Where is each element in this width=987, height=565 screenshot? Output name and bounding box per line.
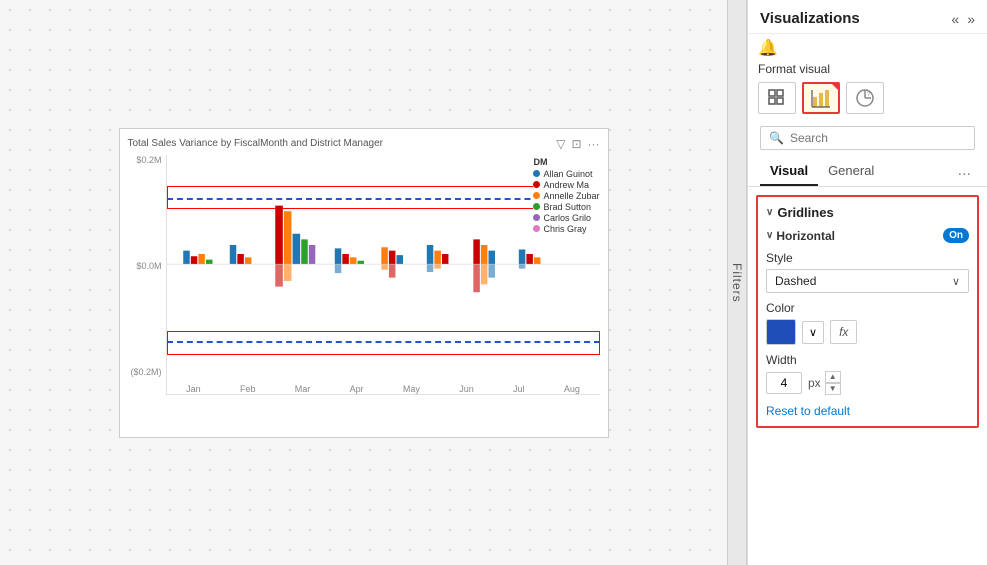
panel-chevron-left-icon[interactable]: « [951,11,959,27]
color-label: Color [766,301,969,315]
chart-xaxis: Jan Feb Mar Apr May Jun Jul Aug [167,382,600,394]
chart-body: $0.2M $0.0M ($0.2M) [128,155,600,395]
grid-icon [767,88,787,108]
chart-container: Total Sales Variance by FiscalMonth and … [119,128,609,438]
toggle-on[interactable]: On [943,228,969,243]
panel-chevron-right-icon[interactable]: » [967,11,975,27]
tab-more[interactable]: ... [954,156,975,186]
chart-area: Total Sales Variance by FiscalMonth and … [0,0,727,565]
filters-label: Filters [730,263,744,303]
search-icon: 🔍 [769,131,784,145]
legend-item-5: Carlos Grilo [533,213,599,223]
xaxis-jul: Jul [513,384,525,394]
tab-general[interactable]: General [818,157,884,186]
xaxis-aug: Aug [564,384,580,394]
legend-title: DM [533,157,599,167]
legend-dot-2 [533,181,540,188]
legend-dot-5 [533,214,540,221]
panel-title: Visualizations [760,10,860,27]
fx-button[interactable]: fx [830,320,857,344]
section-chevron[interactable]: ∨ [766,207,773,218]
width-row: px ▲ ▼ [766,371,969,395]
legend-dot-1 [533,170,540,177]
spin-buttons: ▲ ▼ [825,371,841,395]
legend-item-3: Annelle Zubar [533,191,599,201]
search-input[interactable] [790,131,966,145]
legend-label-6: Chris Gray [543,224,586,234]
yaxis-label-mid: $0.0M [136,261,161,271]
legend-item-4: Brad Sutton [533,202,599,212]
xaxis-mar: Mar [295,384,311,394]
sub-section-title: ∨ Horizontal [766,229,835,243]
gridlines-section: ∨ Gridlines ∨ Horizontal On Style Dashed… [756,195,979,428]
tabs-row: Visual General ... [748,156,987,187]
legend-item-6: Chris Gray [533,224,599,234]
more-icon[interactable]: ··· [588,137,600,151]
panel-header: Visualizations « » [748,0,987,34]
legend-dot-4 [533,203,540,210]
color-swatch[interactable] [766,319,796,345]
panel-header-icons: « » [951,11,975,27]
yaxis-label-bot: ($0.2M) [130,367,161,377]
style-value: Dashed [775,274,816,288]
filter-icon[interactable]: ▽ [556,137,565,151]
sub-section-header: ∨ Horizontal On [766,228,969,243]
sub-title-text: Horizontal [776,229,835,243]
chart-title: Total Sales Variance by FiscalMonth and … [128,138,383,149]
legend-dot-6 [533,225,540,232]
legend-dot-3 [533,192,540,199]
legend-label-3: Annelle Zubar [543,191,599,201]
xaxis-apr: Apr [350,384,364,394]
style-dropdown[interactable]: Dashed ∨ [766,269,969,293]
format-chart-button[interactable] [802,82,840,114]
analytics-icon: ? [854,87,876,109]
xaxis-jan: Jan [186,384,201,394]
section-title: ∨ Gridlines [766,205,969,220]
sub-chevron[interactable]: ∨ [766,230,773,241]
bell-icon: 🔔 [758,38,778,58]
format-visual-label: Format visual [758,62,830,76]
filters-tab[interactable]: Filters [727,0,747,565]
chart-yaxis: $0.2M $0.0M ($0.2M) [128,155,166,395]
xaxis-jun: Jun [459,384,474,394]
px-label: px [808,376,821,390]
legend-label-2: Andrew Ma [543,180,589,190]
yaxis-label-top: $0.2M [136,155,161,165]
spin-down-button[interactable]: ▼ [825,383,841,395]
chart-header: Total Sales Variance by FiscalMonth and … [128,137,600,151]
style-label: Style [766,251,969,265]
chart-legend: DM Allan Guinot Andrew Ma Annelle Zubar … [533,157,599,235]
expand-icon[interactable]: ⊡ [571,137,581,151]
search-box[interactable]: 🔍 [760,126,975,150]
section-title-text: Gridlines [777,205,833,220]
format-analytics-button[interactable]: ? [846,82,884,114]
tab-visual[interactable]: Visual [760,157,818,186]
reset-link[interactable]: Reset to default [766,404,850,418]
legend-label-4: Brad Sutton [543,202,591,212]
chart-toolbar: ▽ ⊡ ··· [556,137,599,151]
width-input[interactable] [766,372,802,394]
width-label: Width [766,353,969,367]
color-row: ∨ fx [766,319,969,345]
xaxis-may: May [403,384,420,394]
legend-label-5: Carlos Grilo [543,213,591,223]
dropdown-arrow-icon: ∨ [952,275,960,288]
spin-up-button[interactable]: ▲ [825,371,841,383]
legend-item-2: Andrew Ma [533,180,599,190]
legend-item-1: Allan Guinot [533,169,599,179]
visualizations-panel: Visualizations « » 🔔 Format visual [747,0,987,565]
chart-icon [810,87,832,109]
color-dropdown-button[interactable]: ∨ [802,321,824,344]
legend-label-1: Allan Guinot [543,169,592,179]
format-grid-button[interactable] [758,82,796,114]
xaxis-feb: Feb [240,384,256,394]
